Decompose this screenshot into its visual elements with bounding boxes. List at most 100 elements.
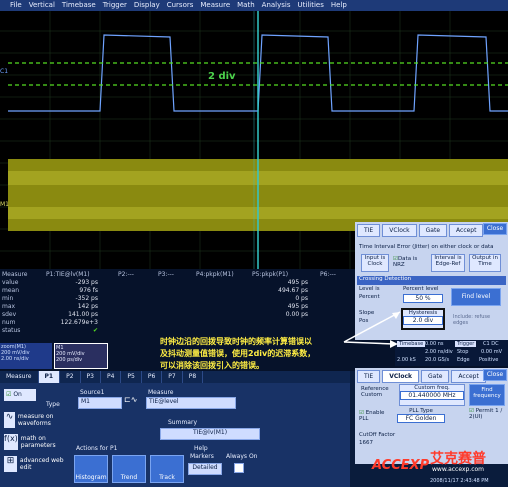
menu-utilities[interactable]: Utilities [298, 0, 324, 11]
markers-field[interactable]: Detailed [188, 463, 222, 475]
column-header[interactable]: P3:--- [158, 271, 174, 278]
timestamp: 2008/11/17 2:43:48 PM [430, 478, 489, 484]
custom-freq-field[interactable]: Custom freq. 01.440000 MHz [399, 384, 465, 406]
type-web-option[interactable]: ⊞ advanced web edit [4, 453, 66, 475]
math-icon: f(x) [4, 434, 18, 450]
tab-vclock[interactable]: VClock [382, 370, 420, 383]
menu-file[interactable]: File [10, 0, 22, 11]
data-nrz-checkbox[interactable]: ☑Data is NRZ [393, 256, 427, 268]
annotation-arrows [343, 311, 401, 348]
source-label: Source1 [80, 389, 105, 396]
actions-label: Actions for P1 [76, 445, 118, 452]
p5-column[interactable]: P5:pkpk(P1) 495 ps 494.67 ps 0 ps 495 ps… [252, 271, 308, 319]
cell: -352 ps [75, 295, 98, 302]
on-checkbox[interactable]: ☑ On [4, 389, 36, 401]
tab-gate[interactable]: Gate [421, 370, 450, 383]
on-label: On [13, 391, 22, 398]
tab-vclock[interactable]: VClock [382, 224, 417, 237]
row-label: num [2, 319, 16, 326]
web-edit-icon: ⊞ [4, 456, 17, 472]
pll-type-field[interactable]: PLL Type FC Golden [397, 408, 445, 423]
annotation-line-1: 时钟边沿的回拨导致时钟的频率计算错误以 [160, 337, 312, 346]
input-is-value: Clock [367, 261, 383, 267]
trigger-label: Trigger [455, 341, 477, 347]
tab-p7[interactable]: P7 [162, 371, 183, 383]
close-button[interactable]: Close [483, 369, 507, 381]
cell: 141.00 ps [68, 311, 98, 318]
column-header: P5:pkpk(P1) [252, 271, 289, 278]
tab-measure[interactable]: Measure [0, 371, 39, 383]
c1-descriptor[interactable]: zoom(M1) 200 mV/div 2.00 ns/div [0, 343, 52, 369]
tab-p1[interactable]: P1 [38, 371, 61, 383]
find-level-button[interactable]: Find level [451, 288, 501, 306]
include-label: Include: refuse edges [453, 314, 491, 326]
row-label: value [2, 279, 19, 286]
type-math-option[interactable]: f(x) math on parameters [4, 431, 66, 453]
opt-measure-label: measure on waveforms [17, 413, 54, 427]
p1-column[interactable]: P1:TIE@lv(M1) -293 ps 976 fs -352 ps 142… [46, 271, 98, 335]
summary-label: Summary [168, 419, 197, 426]
tb-line2d: Positive [479, 357, 499, 363]
cell: 122.679e+3 [60, 319, 98, 326]
row-label: status [2, 327, 21, 334]
tab-accept[interactable]: Accept [449, 224, 484, 237]
timebase-trigger-status[interactable]: Timebase 0.00 ns Trigger C1 DC 2.00 ns/d… [395, 340, 508, 366]
summary-field[interactable]: TIE@lv(M1) [160, 428, 260, 440]
tab-p8[interactable]: P8 [183, 371, 204, 383]
histogram-button[interactable]: Histogram [74, 455, 108, 483]
menu-cursors[interactable]: Cursors [167, 0, 194, 11]
enable-pll-checkbox[interactable]: ☑ Enable PLL [359, 410, 385, 422]
tab-p4[interactable]: P4 [101, 371, 122, 383]
menu-vertical[interactable]: Vertical [29, 0, 55, 11]
reference-field[interactable]: Reference Custom [361, 386, 397, 398]
tab-p3[interactable]: P3 [81, 371, 101, 383]
column-header[interactable]: P4:pkpk(M1) [196, 271, 234, 278]
markers-label: Markers [190, 453, 214, 460]
tab-p6[interactable]: P6 [142, 371, 163, 383]
tab-tie[interactable]: TIE [357, 224, 381, 237]
tab-tie[interactable]: TIE [357, 370, 381, 383]
trend-button[interactable]: Trend [112, 455, 146, 483]
m1-marker: M1 [0, 201, 9, 208]
always-on-checkbox[interactable] [234, 463, 244, 473]
tab-accept[interactable]: Accept [451, 370, 486, 383]
menu-analysis[interactable]: Analysis [262, 0, 291, 11]
interval-field[interactable]: Interval is Edge-Ref [431, 254, 465, 272]
row-label: mean [2, 287, 20, 294]
close-button[interactable]: Close [483, 223, 507, 235]
watermark-logo: ACCEXP 艾克赛普 www.accexp.com [372, 448, 508, 478]
tab-gate[interactable]: Gate [418, 224, 448, 237]
timebase-value: 0.00 ns [425, 341, 444, 347]
permit-checkbox[interactable]: ☑ Permit 1 / 2(UI) [469, 408, 505, 420]
level-is-label: Level is [359, 286, 380, 292]
tab-p2[interactable]: P2 [60, 371, 81, 383]
tab-p5[interactable]: P5 [121, 371, 142, 383]
include-checkbox[interactable]: Include: refuse edges [453, 314, 503, 326]
column-header: P1:TIE@lv(M1) [46, 271, 90, 278]
track-button[interactable]: Track [150, 455, 184, 483]
menu-timebase[interactable]: Timebase [62, 0, 96, 11]
column-header[interactable]: P6:--- [320, 271, 336, 278]
output-field[interactable]: Output in Time [469, 254, 501, 272]
menu-display[interactable]: Display [134, 0, 160, 11]
row-label: Measure [2, 271, 28, 278]
find-frequency-button[interactable]: Find frequency [469, 384, 505, 406]
column-header[interactable]: P2:--- [118, 271, 134, 278]
cell: 495 ps [287, 279, 308, 286]
input-is-field[interactable]: Input is Clock [361, 254, 389, 272]
menu-math[interactable]: Math [237, 0, 255, 11]
source-field[interactable]: M1 [78, 397, 122, 409]
logo-text: ACCEXP [372, 458, 430, 473]
div-label: 2 div [208, 71, 236, 82]
cutoff-value[interactable]: 1667 [359, 440, 373, 446]
menu-trigger[interactable]: Trigger [103, 0, 127, 11]
menu-measure[interactable]: Measure [200, 0, 230, 11]
measure-tabs: Measure P1 P2 P3 P4 P5 P6 P7 P8 [0, 371, 350, 383]
row-label: min [2, 295, 14, 302]
tb-line1a: 2.00 ns/div [425, 349, 453, 355]
type-options: ∿ measure on waveforms f(x) math on para… [4, 409, 66, 481]
m1-descriptor[interactable]: M1 200 mV/div 200 ps/div [54, 343, 108, 369]
measure-field[interactable]: TIE@level [146, 397, 236, 409]
menu-help[interactable]: Help [331, 0, 347, 11]
type-measure-option[interactable]: ∿ measure on waveforms [4, 409, 66, 431]
